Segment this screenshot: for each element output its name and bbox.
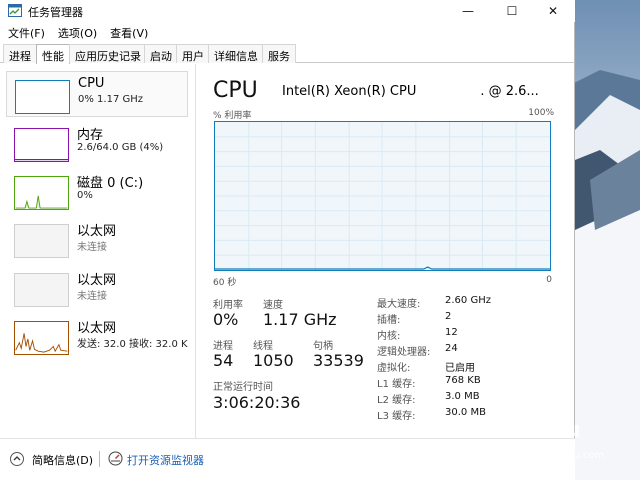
- threads-label: 线程: [253, 341, 273, 352]
- sidebar-item-ethernet-3[interactable]: 以太网 发送: 32.0 接收: 32.0 K: [6, 313, 188, 359]
- spec-value: 24: [445, 343, 458, 354]
- collapse-chevron-icon[interactable]: [10, 452, 24, 466]
- sidebar-item-detail: 2.6/64.0 GB (4%): [77, 142, 164, 153]
- disk-thumbnail-graph: [14, 176, 69, 210]
- maximize-button[interactable]: ☐: [490, 0, 534, 22]
- utilization-value: 0%: [213, 310, 239, 329]
- time-axis-min: 0: [546, 275, 552, 285]
- ethernet-thumbnail-graph: [14, 273, 69, 307]
- tab-processes[interactable]: 进程: [3, 44, 37, 63]
- tab-performance[interactable]: 性能: [36, 44, 70, 64]
- sidebar-item-label: 以太网: [77, 224, 117, 239]
- page-title: CPU: [213, 78, 258, 103]
- handles-label: 句柄: [313, 341, 333, 352]
- ethernet-thumbnail-graph: [14, 224, 69, 258]
- cpu-model-head: Intel(R) Xeon(R) CPU: [282, 84, 417, 99]
- sidebar-item-label: 以太网: [77, 321, 117, 336]
- task-manager-window: 任务管理器 — ☐ ✕ 文件(F) 选项(O) 查看(V) 进程 性能 应用历史…: [0, 0, 575, 480]
- speed-label: 速度: [263, 300, 283, 311]
- baidu-watermark: Baidu 经验 jingyan.baidu.com: [492, 410, 612, 474]
- cpu-model-tail: . @ 2.6...: [480, 84, 539, 99]
- sidebar-item-detail: 未连接: [77, 291, 107, 302]
- sidebar-item-ethernet-2[interactable]: 以太网 未连接: [6, 265, 188, 311]
- handles-value: 33539: [313, 351, 364, 370]
- sidebar-item-label: 以太网: [77, 273, 117, 288]
- spec-value: 2: [445, 311, 452, 322]
- ethernet-activity-thumbnail-graph: [14, 321, 69, 355]
- utilization-axis-label: % 利用率: [213, 111, 252, 121]
- processes-value: 54: [213, 351, 234, 370]
- resource-monitor-icon[interactable]: [108, 451, 123, 466]
- spec-value: 2.60 GHz: [445, 295, 491, 306]
- uptime-label: 正常运行时间: [213, 382, 273, 393]
- processes-label: 进程: [213, 341, 233, 352]
- sidebar-item-detail: 0% 1.17 GHz: [78, 94, 144, 105]
- spec-label: 插槽:: [377, 315, 401, 326]
- time-axis-label: 60 秒: [213, 278, 237, 288]
- tab-services[interactable]: 服务: [262, 44, 296, 63]
- spec-label: 最大速度:: [377, 299, 421, 310]
- spec-label: 虚拟化:: [377, 363, 411, 374]
- watermark-brand: Baidu 经验: [506, 418, 582, 474]
- cpu-utilization-graph: [214, 121, 551, 271]
- title-bar[interactable]: 任务管理器 — ☐ ✕: [0, 0, 575, 22]
- sidebar-item-label: CPU: [78, 76, 105, 91]
- resource-sidebar: CPU 0% 1.17 GHz 内存 2.6/64.0 GB (4%) 磁盘 0…: [0, 64, 196, 438]
- sidebar-item-memory[interactable]: 内存 2.6/64.0 GB (4%): [6, 120, 188, 166]
- spec-label: 内核:: [377, 331, 401, 342]
- sidebar-item-label: 磁盘 0 (C:): [77, 176, 144, 191]
- tab-bar: 进程 性能 应用历史记录 启动 用户 详细信息 服务: [0, 43, 575, 64]
- spec-label: 逻辑处理器:: [377, 347, 431, 358]
- menu-bar: 文件(F) 选项(O) 查看(V): [0, 23, 153, 41]
- tab-startup[interactable]: 启动: [144, 44, 178, 63]
- tab-app-history[interactable]: 应用历史记录: [69, 44, 147, 63]
- close-button[interactable]: ✕: [531, 0, 575, 22]
- watermark-url: jingyan.baidu.com: [512, 450, 605, 461]
- speed-value: 1.17 GHz: [263, 310, 337, 329]
- sidebar-item-detail: 发送: 32.0 接收: 32.0 K: [77, 339, 188, 350]
- task-manager-icon: [8, 4, 22, 17]
- sidebar-item-disk[interactable]: 磁盘 0 (C:) 0%: [6, 168, 188, 214]
- sidebar-item-ethernet-1[interactable]: 以太网 未连接: [6, 216, 188, 262]
- spec-label: L2 缓存:: [377, 395, 416, 406]
- menu-options[interactable]: 选项(O): [50, 23, 102, 41]
- spec-label: L3 缓存:: [377, 411, 416, 422]
- fewer-details-button[interactable]: 简略信息(D): [32, 452, 93, 468]
- spec-value: 12: [445, 327, 458, 338]
- spec-value: 30.0 MB: [445, 407, 486, 418]
- window-title: 任务管理器: [28, 6, 83, 19]
- menu-file[interactable]: 文件(F): [0, 23, 50, 41]
- spec-value: 768 KB: [445, 375, 481, 386]
- graph-grid: [215, 122, 550, 270]
- cpu-model-name: Intel(R) Xeon(R) CPU . @ 2.6...: [282, 84, 539, 99]
- spec-value: 3.0 MB: [445, 391, 480, 402]
- footer-divider: [99, 451, 100, 467]
- sidebar-item-cpu[interactable]: CPU 0% 1.17 GHz: [6, 71, 188, 117]
- sidebar-item-detail: 0%: [77, 190, 93, 201]
- tab-users[interactable]: 用户: [176, 44, 210, 63]
- sidebar-item-detail: 未连接: [77, 242, 107, 253]
- open-resource-monitor-link[interactable]: 打开资源监视器: [127, 452, 204, 468]
- menu-view[interactable]: 查看(V): [102, 23, 153, 41]
- threads-value: 1050: [253, 351, 294, 370]
- sidebar-item-label: 内存: [77, 128, 104, 143]
- tab-details[interactable]: 详细信息: [208, 44, 264, 63]
- uptime-value: 3:06:20:36: [213, 393, 301, 412]
- footer-bar: 简略信息(D) 打开资源监视器: [0, 438, 575, 480]
- utilization-label: 利用率: [213, 300, 243, 311]
- spec-label: L1 缓存:: [377, 379, 416, 390]
- memory-thumbnail-graph: [14, 128, 69, 162]
- spec-value: 已启用: [445, 363, 475, 374]
- cpu-detail-panel: CPU Intel(R) Xeon(R) CPU . @ 2.6... % 利用率…: [197, 64, 574, 438]
- minimize-button[interactable]: —: [446, 0, 490, 22]
- utilization-max-label: 100%: [528, 108, 554, 118]
- cpu-thumbnail-graph: [15, 80, 70, 114]
- redacted-region: [416, 86, 480, 98]
